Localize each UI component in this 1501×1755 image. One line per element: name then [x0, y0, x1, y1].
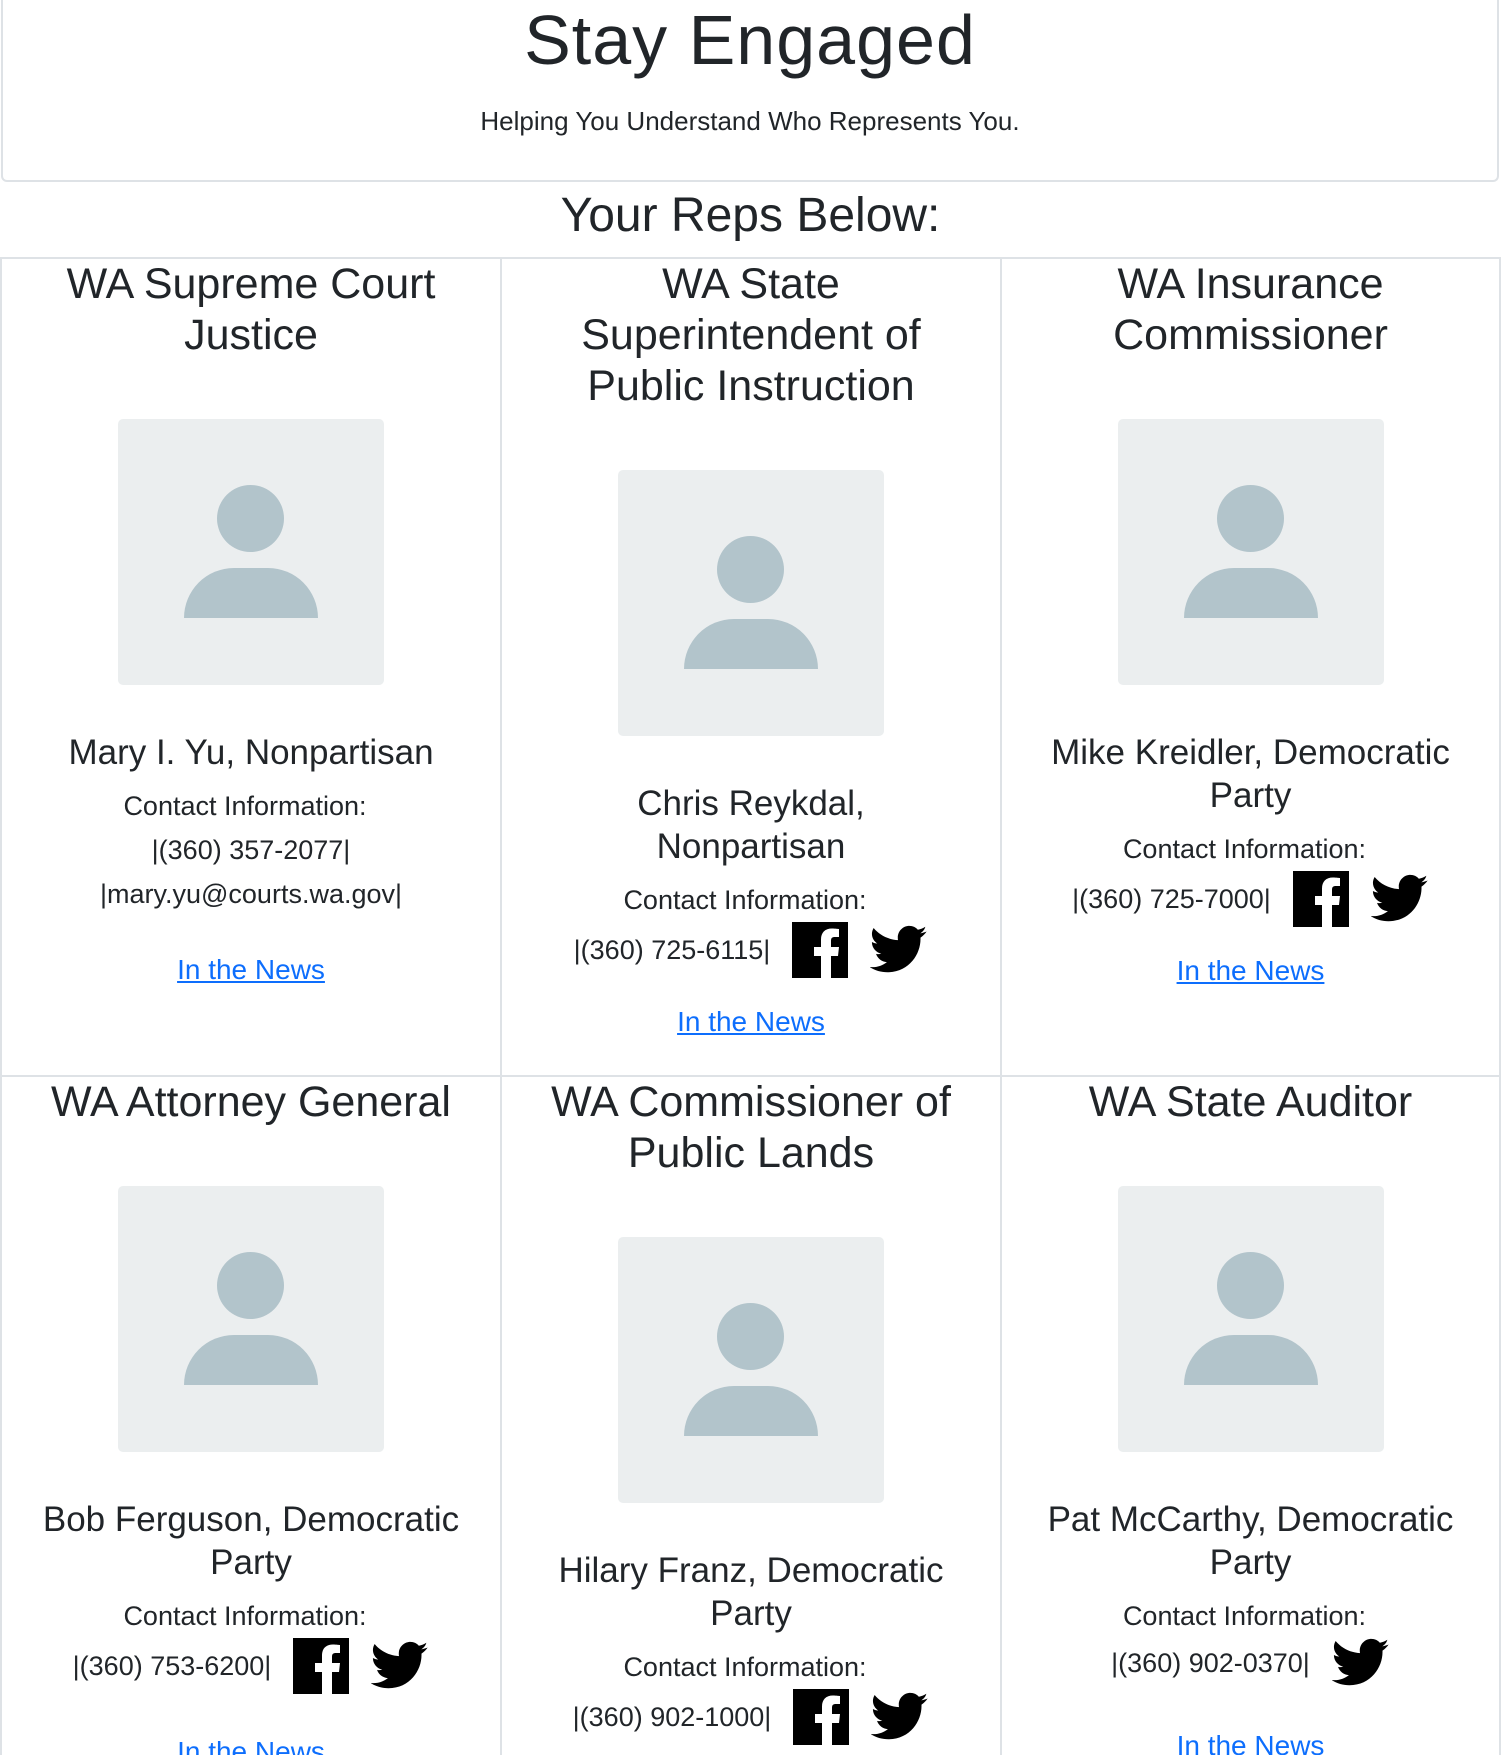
twitter-icon[interactable]: [1370, 874, 1429, 924]
rep-phone: |(360) 357-2077|: [151, 835, 351, 865]
office-title: WA Supreme Court Justice: [66, 260, 436, 359]
in-the-news-link[interactable]: In the News: [177, 1734, 325, 1755]
rep-phone: |(360) 753-6200|: [72, 1651, 272, 1681]
rep-name: Chris Reykdal, Nonpartisan: [637, 784, 865, 866]
facebook-icon[interactable]: [792, 922, 849, 978]
office-title: WA Insurance Commissioner: [1113, 260, 1388, 359]
twitter-icon[interactable]: [1331, 1638, 1390, 1688]
page: Stay Engaged Helping You Understand Who …: [0, 0, 1501, 1755]
in-the-news-link[interactable]: In the News: [677, 1004, 825, 1040]
rep-card: WA Insurance Commissioner Mike Kreidler,…: [1000, 257, 1501, 1077]
page-title: Stay Engaged: [524, 1, 976, 79]
rep-card: WA Attorney General Bob Ferguson, Democr…: [0, 1075, 502, 1755]
page-subtitle: Helping You Understand Who Represents Yo…: [480, 106, 1020, 136]
contact-label: Contact Information:: [123, 791, 367, 821]
header-panel: Stay Engaged Helping You Understand Who …: [1, 0, 1499, 182]
facebook-icon[interactable]: [793, 1689, 850, 1745]
twitter-icon[interactable]: [870, 925, 928, 975]
twitter-icon[interactable]: [371, 1641, 429, 1691]
reps-grid: WA Supreme Court Justice Mary I. Yu, Non…: [0, 257, 1501, 1755]
contact-label: Contact Information:: [1122, 1601, 1367, 1631]
avatar-placeholder-icon: [1117, 419, 1384, 685]
rep-phone: |(360) 902-0370|: [1111, 1648, 1310, 1678]
avatar-placeholder-icon: [1117, 1186, 1384, 1452]
rep-card: WA Supreme Court Justice Mary I. Yu, Non…: [0, 257, 502, 1077]
rep-phone: |(360) 902-1000|: [572, 1702, 772, 1732]
avatar-placeholder-icon: [618, 470, 884, 736]
office-title: WA State Auditor: [1088, 1078, 1413, 1126]
facebook-icon[interactable]: [1292, 871, 1349, 927]
rep-name: Hilary Franz, Democratic Party: [558, 1551, 944, 1633]
avatar-placeholder-icon: [118, 1186, 384, 1452]
rep-card: WA Commissioner of Public Lands Hilary F…: [500, 1075, 1002, 1755]
rep-name: Pat McCarthy, Democratic Party: [1047, 1500, 1454, 1582]
contact-label: Contact Information:: [123, 1601, 367, 1631]
rep-name: Bob Ferguson, Democratic Party: [42, 1500, 460, 1582]
rep-name: Mike Kreidler, Democratic Party: [1051, 733, 1450, 815]
facebook-icon[interactable]: [293, 1638, 350, 1694]
contact-label: Contact Information:: [623, 885, 867, 915]
office-title: WA Commissioner of Public Lands: [551, 1078, 951, 1177]
office-title: WA Attorney General: [51, 1078, 451, 1126]
rep-email: |mary.yu@courts.wa.gov|: [99, 879, 403, 909]
contact-label: Contact Information:: [1122, 834, 1367, 864]
office-title: WA State Superintendent of Public Instru…: [581, 260, 921, 410]
in-the-news-link[interactable]: In the News: [177, 952, 325, 988]
avatar-placeholder-icon: [618, 1237, 884, 1503]
in-the-news-link[interactable]: In the News: [1177, 1728, 1325, 1755]
rep-phone: |(360) 725-6115|: [573, 935, 771, 965]
avatar-placeholder-icon: [118, 419, 384, 685]
in-the-news-link[interactable]: In the News: [1177, 953, 1325, 989]
rep-phone: |(360) 725-7000|: [1072, 884, 1271, 914]
reps-heading: Your Reps Below:: [560, 189, 941, 242]
contact-label: Contact Information:: [623, 1652, 867, 1682]
twitter-icon[interactable]: [871, 1692, 929, 1742]
rep-card: WA State Auditor Pat McCarthy, Democrati…: [1000, 1075, 1501, 1755]
rep-name: Mary I. Yu, Nonpartisan: [68, 733, 434, 772]
rep-card: WA State Superintendent of Public Instru…: [500, 257, 1002, 1077]
